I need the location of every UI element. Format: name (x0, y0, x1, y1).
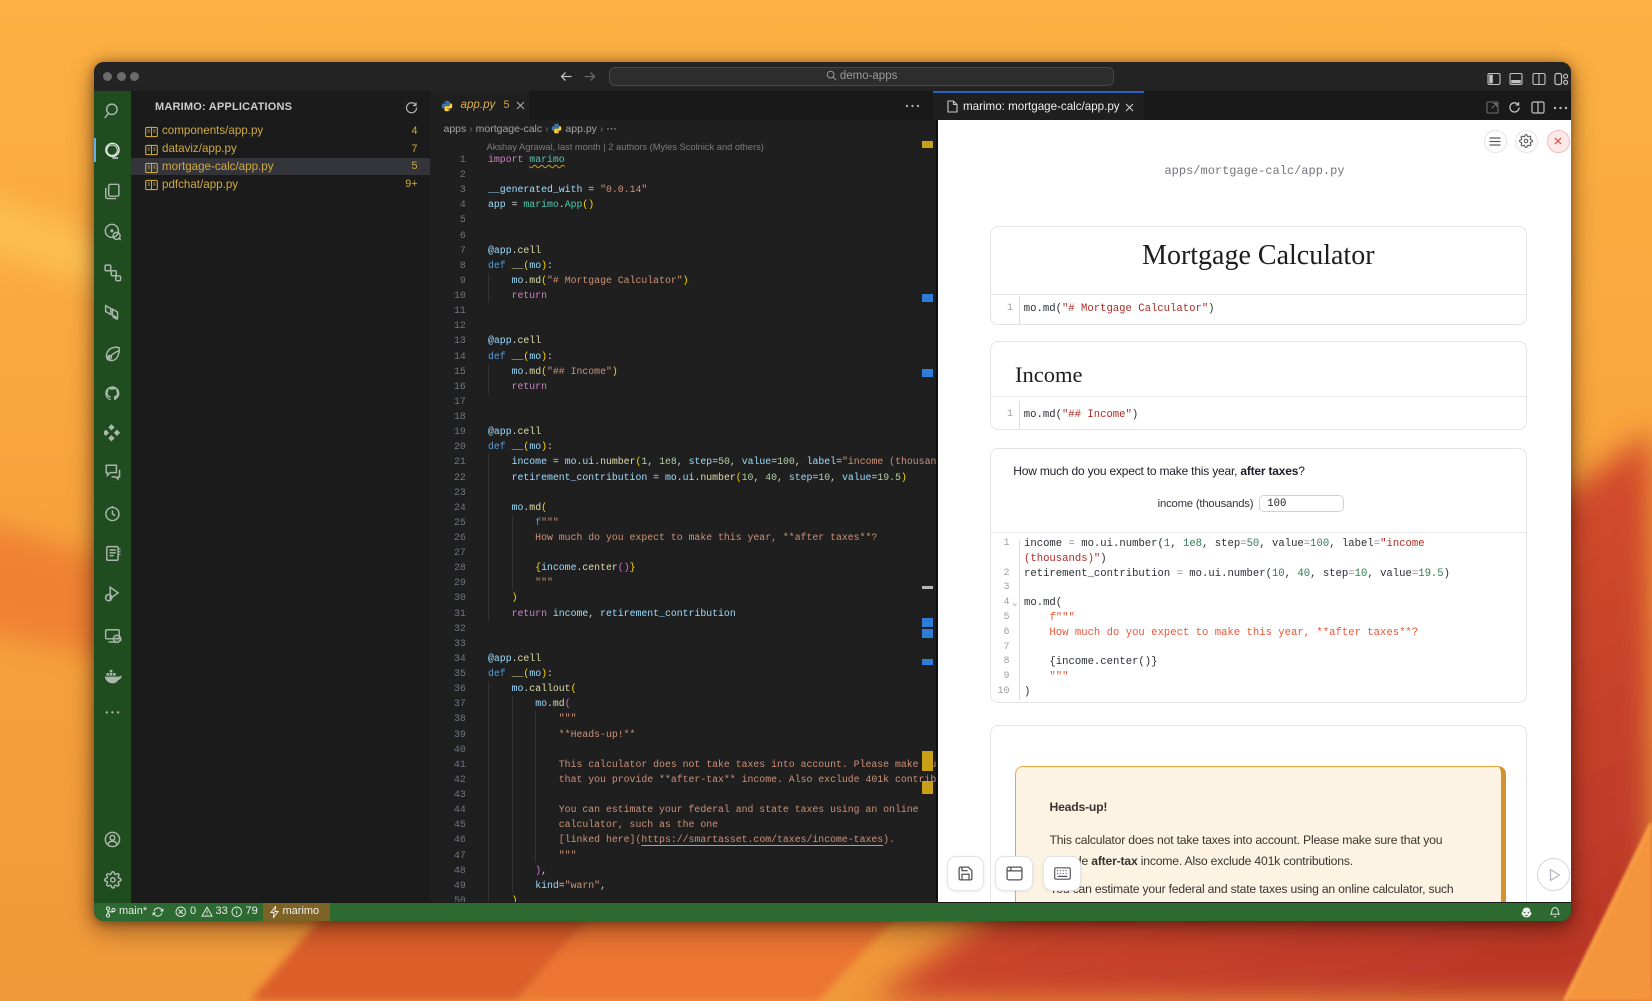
svg-text:SS: SS (115, 637, 122, 643)
